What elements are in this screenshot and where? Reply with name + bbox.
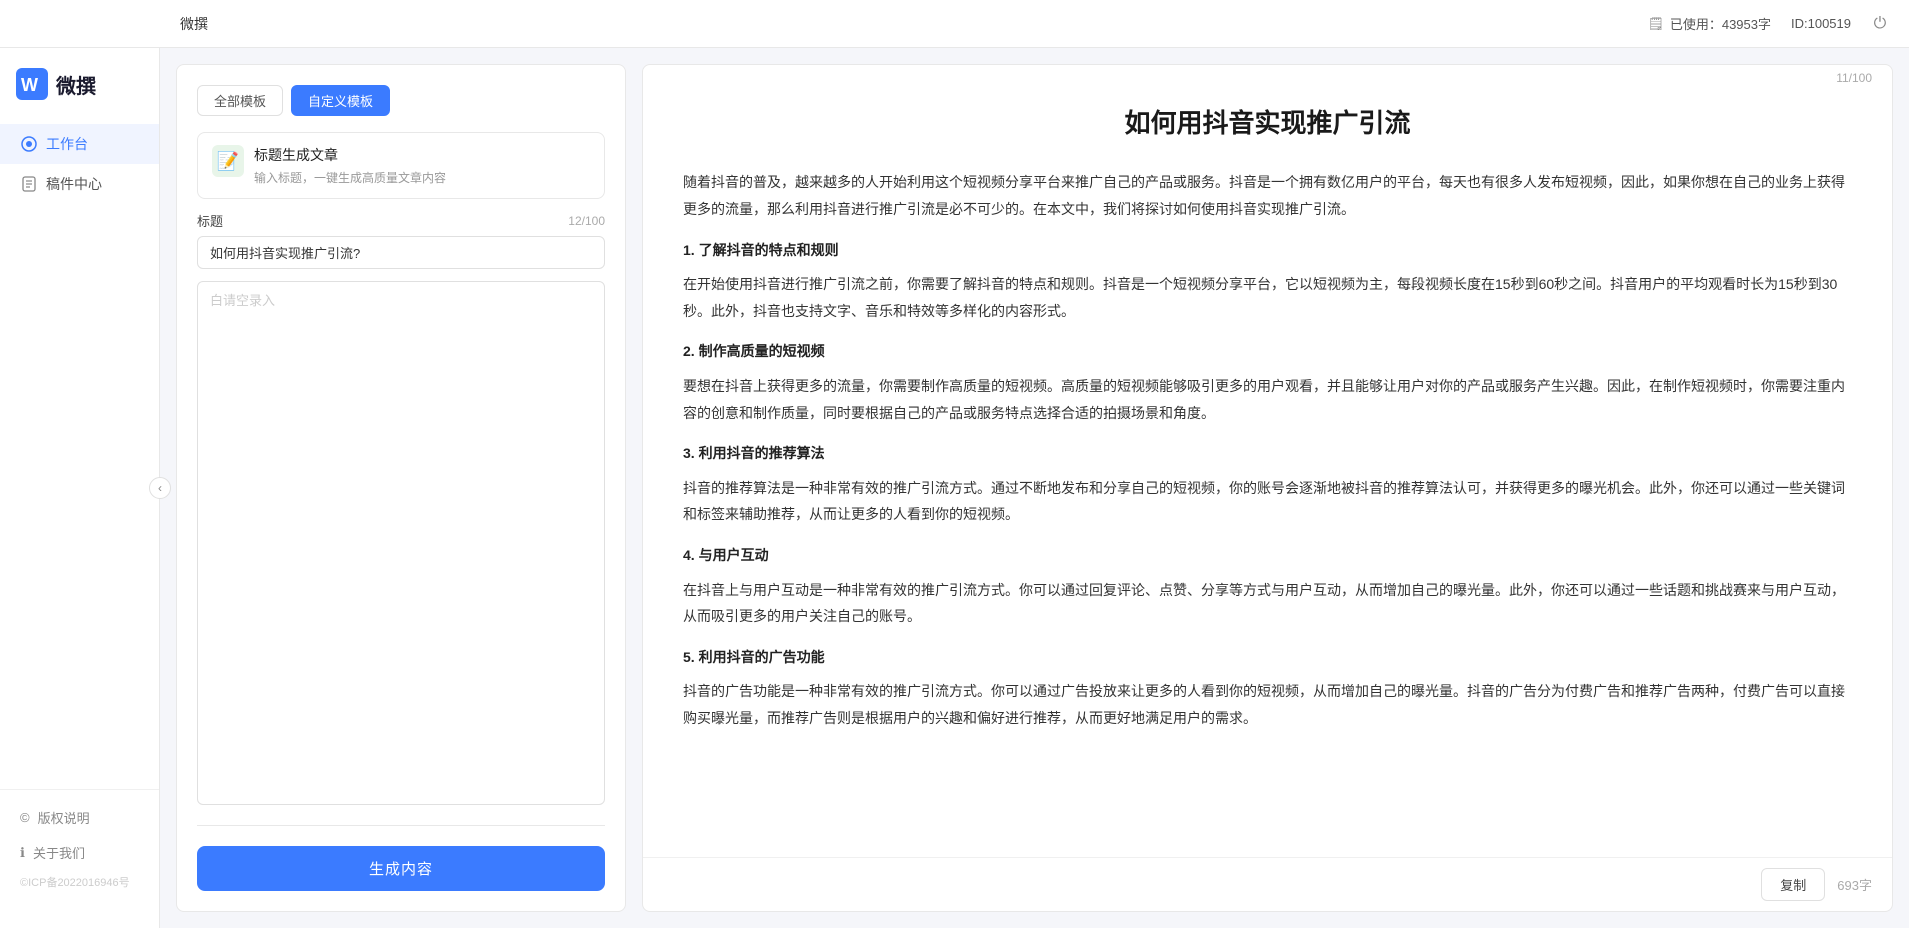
logo-icon: W (16, 68, 48, 100)
sidebar-item-about[interactable]: ℹ 关于我们 (0, 835, 159, 870)
article-heading-4: 4. 与用户互动 (683, 542, 1852, 569)
topbar-title: 微撰 (180, 14, 208, 34)
sidebar-item-drafts[interactable]: 稿件中心 (0, 164, 159, 204)
usage-icon: 🗒 (1648, 16, 1664, 32)
usage-label: 已使用：43953字 (1670, 14, 1771, 33)
word-count: 693字 (1837, 875, 1872, 894)
panel-divider (197, 825, 605, 826)
workbench-icon (20, 135, 38, 153)
article-paragraph-1: 在开始使用抖音进行推广引流之前，你需要了解抖音的特点和规则。抖音是一个短视频分享… (683, 271, 1852, 324)
right-panel: 11/100 如何用抖音实现推广引流 随着抖音的普及，越来越多的人开始利用这个短… (642, 64, 1893, 912)
title-form-section: 标题 12/100 (197, 211, 605, 269)
sidebar-copyright: ©ICP备2022016946号 (0, 870, 159, 898)
sidebar-logo: W 微撰 (0, 68, 159, 124)
logo-text: 微撰 (56, 70, 96, 99)
topbar-usage: 🗒 已使用：43953字 (1648, 14, 1771, 33)
tab-all-templates[interactable]: 全部模板 (197, 85, 283, 116)
article-heading-5: 5. 利用抖音的广告功能 (683, 644, 1852, 671)
main-layout: W 微撰 工作台 (0, 48, 1909, 928)
page-counter: 11/100 (643, 65, 1892, 85)
content-area: 全部模板 自定义模板 📝 标题生成文章 输入标题，一键生成高质量文章内容 标题 … (160, 48, 1909, 928)
sidebar-collapse-button[interactable]: ‹ (149, 477, 171, 499)
power-button[interactable]: ⏻ (1871, 15, 1889, 33)
drafts-icon (20, 175, 38, 193)
template-title: 标题生成文章 (254, 145, 446, 165)
tab-custom-templates[interactable]: 自定义模板 (291, 85, 390, 116)
article-paragraph-0: 随着抖音的普及，越来越多的人开始利用这个短视频分享平台来推广自己的产品或服务。抖… (683, 169, 1852, 222)
article-heading-2: 2. 制作高质量的短视频 (683, 338, 1852, 365)
title-input[interactable] (197, 236, 605, 269)
copy-button[interactable]: 复制 (1761, 868, 1825, 901)
title-label-row: 标题 12/100 (197, 211, 605, 230)
article-body: 随着抖音的普及，越来越多的人开始利用这个短视频分享平台来推广自己的产品或服务。抖… (683, 169, 1852, 731)
content-form-section (197, 281, 605, 805)
template-info: 标题生成文章 输入标题，一键生成高质量文章内容 (254, 145, 446, 186)
template-card-icon: 📝 (212, 145, 244, 177)
sidebar-footer: © 版权说明 ℹ 关于我们 ©ICP备2022016946号 (0, 789, 159, 908)
title-count: 12/100 (568, 214, 605, 228)
article-paragraph-4: 在抖音上与用户互动是一种非常有效的推广引流方式。你可以通过回复评论、点赞、分享等… (683, 577, 1852, 630)
template-tabs: 全部模板 自定义模板 (197, 85, 605, 116)
sidebar-item-workbench[interactable]: 工作台 (0, 124, 159, 164)
article-paragraph-5: 抖音的广告功能是一种非常有效的推广引流方式。你可以通过广告投放来让更多的人看到你… (683, 678, 1852, 731)
article-paragraph-3: 抖音的推荐算法是一种非常有效的推广引流方式。通过不断地发布和分享自己的短视频，你… (683, 475, 1852, 528)
article-heading-1: 1. 了解抖音的特点和规则 (683, 237, 1852, 264)
topbar-id: ID:100519 (1791, 16, 1851, 31)
topbar-right: 🗒 已使用：43953字 ID:100519 ⏻ (1648, 14, 1889, 33)
content-textarea[interactable] (197, 281, 605, 805)
sidebar-item-copyright[interactable]: © 版权说明 (0, 800, 159, 835)
sidebar: W 微撰 工作台 (0, 48, 160, 928)
svg-text:W: W (21, 75, 38, 95)
right-panel-footer: 复制 693字 (643, 857, 1892, 911)
template-card[interactable]: 📝 标题生成文章 输入标题，一键生成高质量文章内容 (197, 132, 605, 199)
article-content[interactable]: 如何用抖音实现推广引流 随着抖音的普及，越来越多的人开始利用这个短视频分享平台来… (643, 85, 1892, 857)
article-paragraph-2: 要想在抖音上获得更多的流量，你需要制作高质量的短视频。高质量的短视频能够吸引更多… (683, 373, 1852, 426)
sidebar-item-workbench-label: 工作台 (46, 134, 88, 154)
article-heading-3: 3. 利用抖音的推荐算法 (683, 440, 1852, 467)
topbar: 微撰 🗒 已使用：43953字 ID:100519 ⏻ (0, 0, 1909, 48)
sidebar-item-about-label: 关于我们 (33, 843, 85, 862)
copyright-icon: © (20, 810, 30, 825)
sidebar-item-copyright-label: 版权说明 (38, 808, 90, 827)
template-desc: 输入标题，一键生成高质量文章内容 (254, 169, 446, 186)
sidebar-item-drafts-label: 稿件中心 (46, 174, 102, 194)
left-panel: 全部模板 自定义模板 📝 标题生成文章 输入标题，一键生成高质量文章内容 标题 … (176, 64, 626, 912)
sidebar-nav: 工作台 稿件中心 (0, 124, 159, 789)
generate-button[interactable]: 生成内容 (197, 846, 605, 891)
about-icon: ℹ (20, 845, 25, 861)
title-label: 标题 (197, 211, 223, 230)
article-title: 如何用抖音实现推广引流 (683, 105, 1852, 141)
